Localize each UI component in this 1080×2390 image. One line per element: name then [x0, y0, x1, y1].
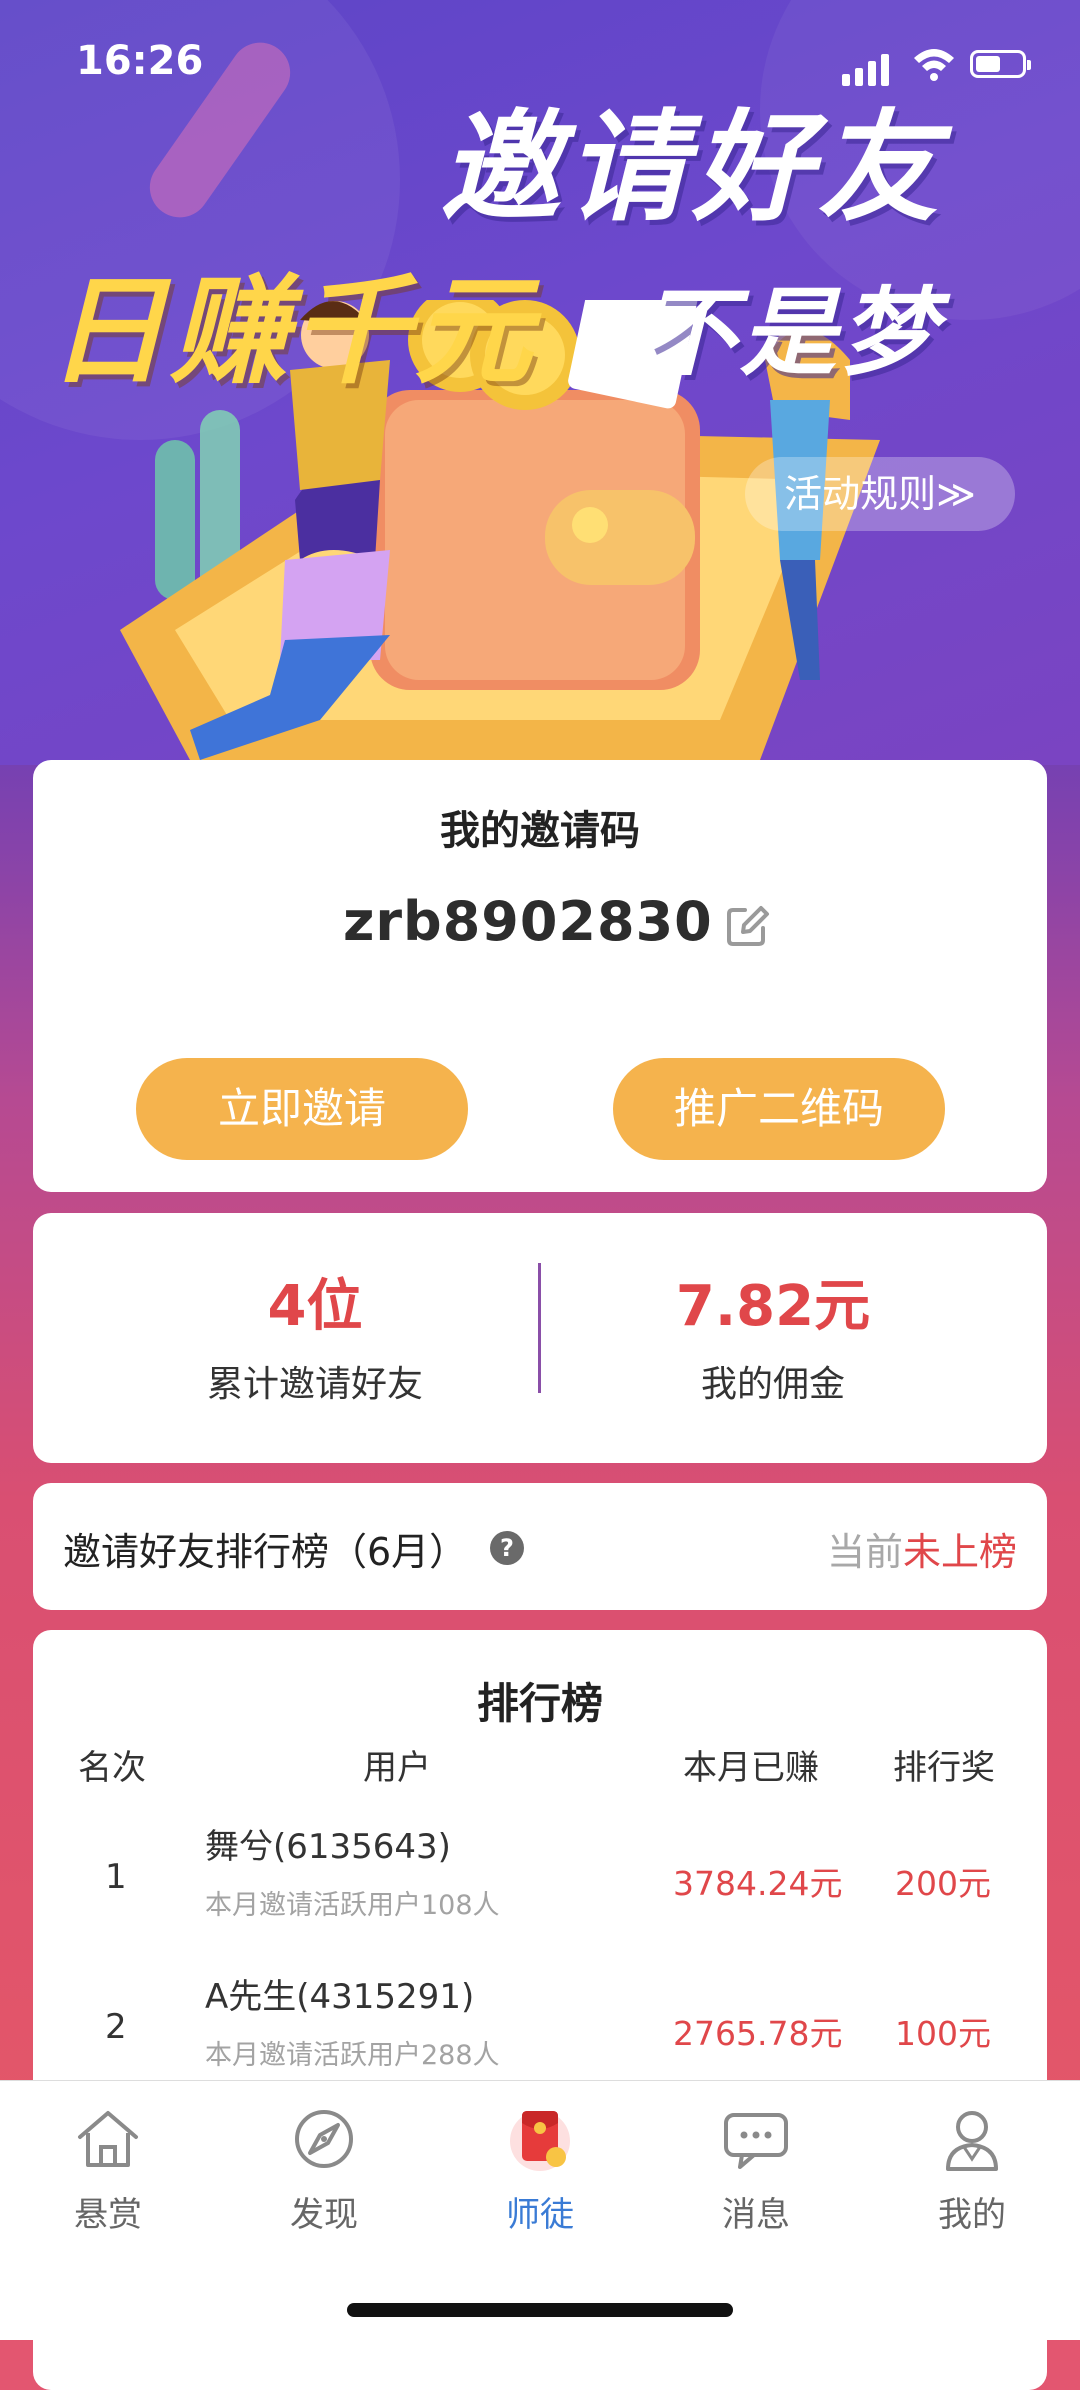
banner-title-line3: 不是梦 — [640, 276, 940, 389]
leaderboard-title: 排行榜 — [476, 1679, 603, 1728]
row-user-detail: 本月邀请活跃用户108人 — [205, 1890, 500, 1921]
compass-icon — [295, 2110, 353, 2168]
row-user-name: 舞兮(6135643) — [205, 1827, 451, 1867]
column-header-earned: 本月已赚 — [683, 1748, 819, 1788]
tab-discover[interactable]: 发现 — [216, 2101, 432, 2261]
invited-friends-stat: 4位 累计邀请好友 — [105, 1275, 525, 1407]
chat-icon — [724, 2113, 788, 2169]
column-header-user: 用户 — [363, 1748, 431, 1788]
stats-card: 4位 累计邀请好友 7.82元 我的佣金 — [33, 1213, 1047, 1463]
status-icons — [842, 46, 1042, 86]
invite-code-card: 我的邀请码 zrb8902830 立即邀请 推广二维码 — [33, 760, 1047, 1192]
tab-label: 悬赏 — [74, 2195, 142, 2235]
row-rank: 1 — [105, 1857, 127, 1897]
row-user-name: A先生(4315291) — [205, 1977, 475, 2017]
commission-stat: 7.82元 我的佣金 — [563, 1275, 983, 1407]
tab-label: 消息 — [722, 2195, 790, 2235]
ranking-header-card[interactable]: 邀请好友排行榜（6月） ? 当前未上榜 — [33, 1483, 1047, 1610]
help-icon[interactable]: ? — [490, 1531, 524, 1565]
ranking-status: 当前未上榜 — [827, 1521, 1017, 1576]
ranking-status-prefix: 当前 — [826, 1530, 903, 1574]
home-icon — [78, 2111, 138, 2167]
battery-icon — [970, 50, 1031, 78]
row-reward: 100元 — [895, 2014, 991, 2053]
commission-label: 我的佣金 — [700, 1364, 845, 1405]
bottom-tab-bar: 悬赏 发现 师徒 消息 我的 — [0, 2080, 1080, 2340]
column-header-rank: 名次 — [78, 1748, 146, 1788]
invited-friends-count: 4位 — [267, 1274, 363, 1339]
invited-friends-label: 累计邀请好友 — [206, 1364, 423, 1405]
ranking-status-value: 未上榜 — [902, 1530, 1017, 1574]
promo-qrcode-button[interactable]: 推广二维码 — [613, 1058, 945, 1160]
row-rank: 2 — [105, 2007, 127, 2047]
ranking-header-title: 邀请好友排行榜（6月） — [63, 1530, 468, 1574]
commission-amount: 7.82元 — [675, 1274, 871, 1339]
tab-mentor[interactable]: 师徒 — [432, 2101, 648, 2261]
row-earned: 3784.24元 — [673, 1864, 843, 1903]
banner-title-line2: 日赚千元 — [48, 261, 537, 400]
row-earned: 2765.78元 — [673, 2014, 843, 2053]
row-reward: 200元 — [895, 1864, 991, 1903]
wifi-icon — [914, 49, 954, 81]
tab-label: 师徒 — [506, 2195, 574, 2235]
activity-rules-button[interactable]: 活动规则≫ — [745, 457, 1015, 531]
row-user-detail: 本月邀请活跃用户288人 — [205, 2040, 500, 2071]
tab-messages[interactable]: 消息 — [648, 2101, 864, 2261]
tab-bounty[interactable]: 悬赏 — [0, 2101, 216, 2261]
status-time: 16:26 — [76, 38, 204, 84]
column-header-reward: 排行奖 — [893, 1748, 995, 1788]
tab-label: 我的 — [938, 2195, 1006, 2235]
status-bar: 16:26 — [0, 0, 1080, 130]
profile-icon — [946, 2111, 998, 2171]
invite-now-button[interactable]: 立即邀请 — [136, 1058, 468, 1160]
table-row[interactable]: 1 舞兮(6135643) 本月邀请活跃用户108人 3784.24元 200元 — [33, 1805, 1047, 1955]
invite-code-title: 我的邀请码 — [440, 808, 640, 854]
stats-divider — [538, 1263, 541, 1393]
invite-code-value: zrb8902830 — [343, 890, 713, 953]
edit-icon[interactable] — [723, 902, 771, 950]
tab-profile[interactable]: 我的 — [864, 2101, 1080, 2261]
red-envelope-icon — [510, 2111, 570, 2171]
tab-label: 发现 — [290, 2195, 358, 2235]
home-indicator[interactable] — [347, 2303, 733, 2317]
